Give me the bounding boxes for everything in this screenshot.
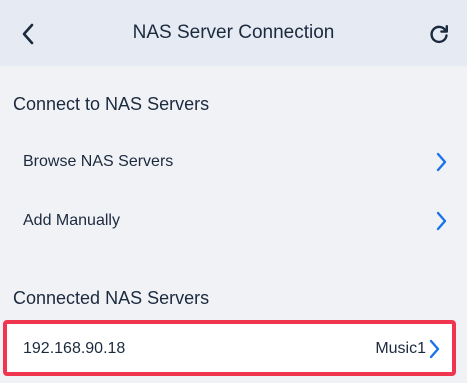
browse-nas-servers-label: Browse NAS Servers [23,153,174,170]
server-share-name: Music1 [375,340,426,357]
browse-nas-servers-item[interactable]: Browse NAS Servers [0,133,467,191]
chevron-right-icon [433,210,449,232]
add-manually-item[interactable]: Add Manually [0,192,467,250]
page-title: NAS Server Connection [132,22,335,43]
add-manually-label: Add Manually [23,212,120,229]
refresh-icon [428,23,450,45]
connect-section-title: Connect to NAS Servers [13,94,210,114]
connected-server-item[interactable]: 192.168.90.18 Music1 [3,320,456,376]
nav-header: NAS Server Connection [0,0,467,66]
server-address: 192.168.90.18 [23,340,126,357]
refresh-button[interactable] [425,20,453,48]
chevron-right-icon [426,338,442,360]
connected-section-title: Connected NAS Servers [13,288,210,308]
chevron-right-icon [433,151,449,173]
